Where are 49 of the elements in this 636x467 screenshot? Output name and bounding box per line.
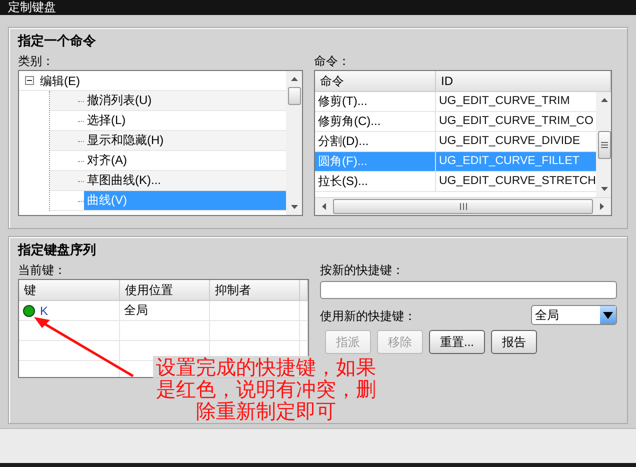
grip-icon [600, 142, 608, 148]
window-title: 定制键盘 [0, 0, 636, 15]
scroll-right-icon[interactable] [600, 203, 604, 210]
collapse-icon[interactable] [25, 76, 34, 85]
table-cell: 拉长(S)... [315, 172, 436, 191]
scope-dropdown[interactable]: 全局 [531, 305, 617, 325]
use-label: 使用新的快捷键： [320, 308, 416, 325]
table-cell: K [40, 304, 48, 318]
column-header[interactable]: ID [436, 71, 611, 91]
scroll-down-icon[interactable] [600, 187, 608, 191]
table-cell: 分割(D)... [315, 132, 436, 151]
scroll-thumb[interactable] [288, 87, 300, 105]
dialog-button[interactable]: 报告 [491, 330, 538, 354]
column-header[interactable]: 使用位置 [120, 280, 210, 300]
commands-label: 命令： [314, 53, 351, 70]
table-cell-text: UG_EDIT_CURVE_TRIM [438, 94, 571, 109]
tree-item[interactable]: 对齐(A) [84, 151, 130, 170]
table-cell: 圆角(F)... [315, 152, 436, 171]
group-title: 指定一个命令 [18, 32, 97, 50]
group-title: 指定键盘序列 [18, 241, 97, 259]
grip-icon [460, 203, 466, 210]
table-row[interactable]: 拉长(S)... UG_EDIT_CURVE_STRETCH [315, 172, 596, 192]
table-cell: 修剪角(C)... [315, 112, 436, 131]
horizontal-scrollbar[interactable] [315, 197, 611, 215]
scroll-thumb[interactable] [333, 199, 593, 214]
scroll-left-icon[interactable] [322, 203, 326, 210]
table-cell: 修剪(T)... [315, 92, 436, 111]
column-header[interactable]: 键 [19, 280, 120, 300]
scroll-up-icon[interactable] [290, 77, 298, 81]
shortcut-input-field[interactable] [320, 281, 617, 299]
scroll-up-icon[interactable] [600, 98, 608, 102]
table-row[interactable]: 修剪(T)... UG_EDIT_CURVE_TRIM [315, 92, 596, 112]
scroll-down-icon[interactable] [290, 205, 298, 209]
current-keys-label: 当前键： [18, 262, 67, 279]
table-cell-text: UG_EDIT_CURVE_FILLET [438, 154, 580, 169]
column-header[interactable]: 命令 [315, 71, 436, 91]
table-cell-text: UG_EDIT_CURVE_STRETCH [438, 174, 596, 189]
column-header[interactable]: 抑制者 [210, 280, 300, 300]
dialog-button[interactable]: 重置... [429, 330, 486, 354]
table-cell-text: UG_EDIT_CURVE_TRIM_CO [438, 114, 594, 129]
vertical-scrollbar[interactable] [286, 71, 302, 215]
scroll-thumb[interactable] [598, 130, 610, 158]
table-cell-text: UG_EDIT_CURVE_DIVIDE [438, 134, 582, 149]
table-row[interactable]: 修剪角(C)... UG_EDIT_CURVE_TRIM_CO [315, 112, 596, 132]
category-label: 类别： [18, 53, 55, 70]
vertical-scrollbar[interactable] [596, 92, 611, 197]
tree-item[interactable]: 选择(L) [84, 111, 129, 130]
table-cell: 全局 [124, 302, 148, 319]
new-key-label: 按新的快捷键： [320, 262, 405, 279]
